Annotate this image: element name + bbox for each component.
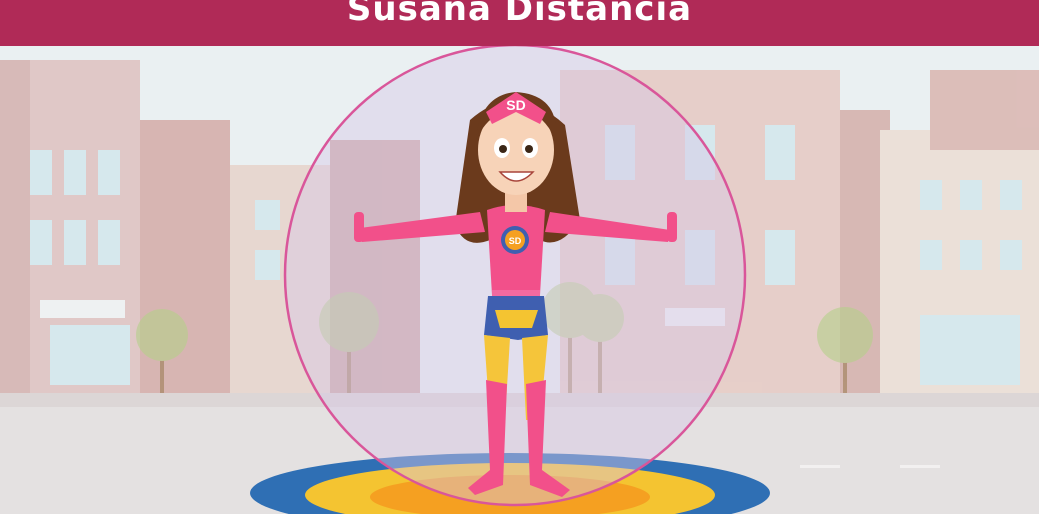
headband-label: SD [506, 97, 525, 113]
illustration-scene: SD SD [0, 46, 1039, 514]
chest-badge-label: SD [509, 236, 522, 246]
title-banner: Susana Distancia [0, 0, 1039, 46]
banner-title: Susana Distancia [346, 0, 693, 29]
